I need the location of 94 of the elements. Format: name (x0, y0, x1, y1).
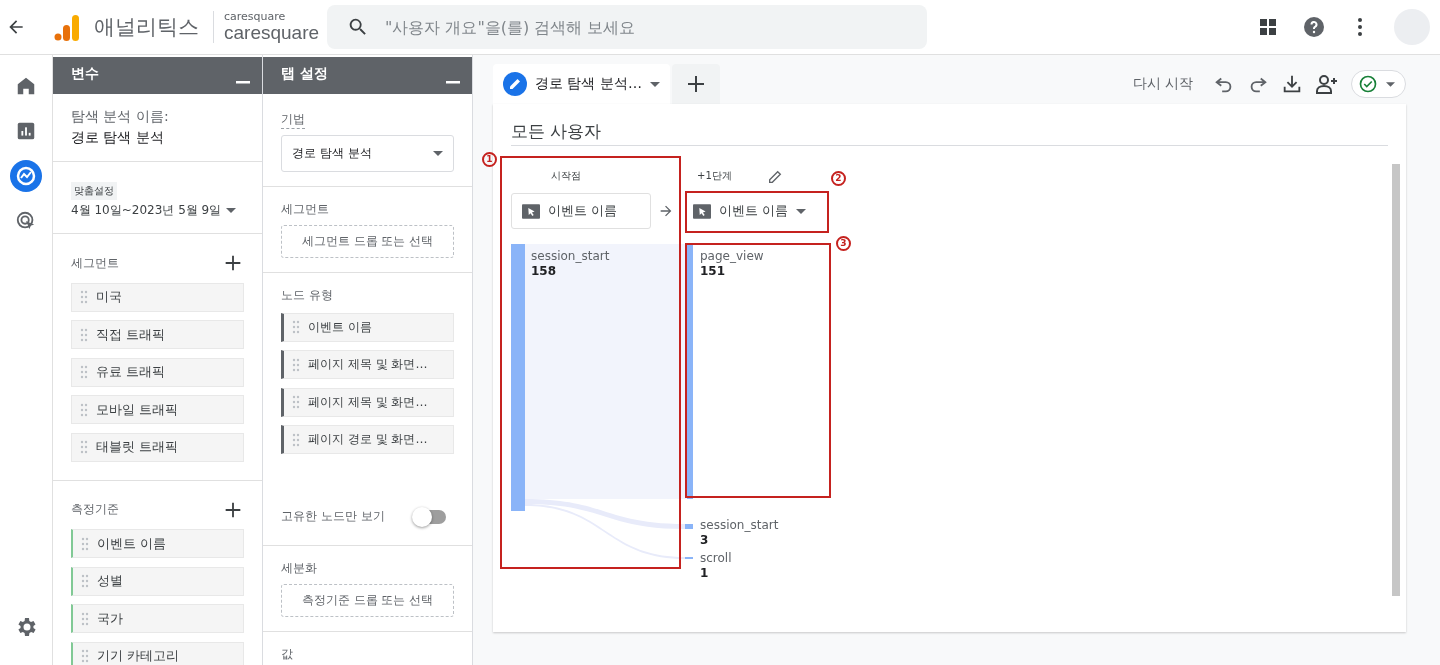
segment-chip[interactable]: 태블릿 트래픽 (71, 432, 244, 462)
dimension-chip[interactable]: 성별 (71, 566, 244, 596)
segment-title: 모든 사용자 (511, 120, 1388, 146)
home-icon (15, 75, 37, 97)
toggle-switch[interactable] (414, 509, 446, 524)
toggle-label: 고유한 노드만 보기 (281, 508, 385, 525)
annotation-number: 1 (482, 152, 497, 167)
field-label: 탐색 분석 이름: (71, 108, 170, 126)
node-value: 158 (531, 264, 558, 279)
drag-handle-icon[interactable] (292, 357, 300, 372)
section-label: 세분화 (281, 560, 318, 577)
minimize-icon[interactable] (236, 81, 250, 84)
drag-handle-icon[interactable] (80, 402, 88, 417)
section-label: 세그먼트 (71, 254, 119, 272)
date-range-dropdown[interactable]: 4월 10일~2023년 5월 9일 (71, 202, 244, 219)
account-name[interactable]: caresquare (224, 10, 320, 23)
dimension-drop-zone[interactable]: 측정기준 드롭 또는 선택 (281, 584, 454, 617)
segment-chip[interactable]: 직접 트래픽 (71, 320, 244, 349)
technique-dropdown[interactable]: 경로 탐색 분석 (281, 135, 454, 172)
panel-title: 탭 설정 (281, 65, 328, 83)
drag-handle-icon[interactable] (292, 395, 300, 409)
drag-handle-icon[interactable] (80, 290, 88, 304)
panel-title: 변수 (71, 65, 99, 83)
status-button[interactable] (1351, 70, 1406, 98)
node-bar[interactable] (685, 524, 693, 529)
node-name: page_view (700, 249, 764, 264)
step-header: 시작점 (551, 169, 581, 183)
drag-handle-icon[interactable] (292, 432, 300, 447)
dimension-chip[interactable]: 국가 (71, 604, 244, 633)
drag-handle-icon[interactable] (81, 574, 89, 588)
node-type-chip[interactable]: 이벤트 이름 (281, 312, 454, 342)
node-value: 151 (700, 264, 727, 279)
add-tab-button[interactable] (671, 64, 720, 104)
drag-handle-icon[interactable] (80, 365, 88, 379)
property-name[interactable]: caresquare (224, 22, 320, 44)
arrow-icon (658, 203, 674, 219)
drag-handle-icon[interactable] (80, 440, 88, 454)
section-label: 세그먼트 (281, 201, 330, 218)
segment-chip[interactable]: 유료 트래픽 (71, 357, 244, 387)
section-label: 노드 유형 (281, 287, 334, 304)
field-label: 기법 (281, 111, 305, 129)
search-field[interactable]: "사용자 개요"을(를) 검색해 보세요 (327, 5, 927, 49)
search-icon (347, 16, 369, 38)
drag-handle-icon[interactable] (81, 611, 89, 626)
node-type-chip[interactable]: 페이지 제목 및 화면… (281, 350, 454, 379)
node-bar[interactable] (511, 244, 525, 511)
dimension-chip[interactable]: 기기 카테고리 (71, 641, 244, 665)
explore-icon (10, 160, 42, 192)
nav-item[interactable] (10, 160, 42, 192)
download-icon[interactable] (1281, 73, 1303, 95)
section-label: 값 (281, 646, 294, 663)
segment-drop-zone[interactable]: 세그먼트 드롭 또는 선택 (281, 225, 454, 258)
pencil-icon[interactable] (767, 169, 783, 185)
exploration-tab[interactable]: 경로 탐색 분석… (493, 64, 670, 104)
annotation-number: 3 (836, 236, 851, 251)
add-person-icon[interactable] (1315, 72, 1339, 96)
node-type-chip[interactable]: 페이지 경로 및 화면… (281, 425, 454, 454)
node-name: session_start (700, 518, 779, 533)
minimize-icon[interactable] (446, 81, 460, 84)
section-label: 측정기준 (71, 501, 119, 518)
step-header: +1단계 (697, 169, 732, 183)
caret-icon (796, 208, 807, 214)
annotation-number: 2 (831, 171, 846, 186)
check-circle-icon (1358, 74, 1378, 94)
drag-handle-icon[interactable] (81, 649, 89, 663)
caret-icon (649, 81, 660, 87)
pencil-icon (503, 72, 527, 96)
dimension-selector[interactable]: 이벤트 이름 (511, 193, 651, 229)
bar-chart-icon (15, 120, 37, 142)
dimension-chip[interactable]: 이벤트 이름 (71, 529, 244, 558)
segment-chip[interactable]: 모바일 트래픽 (71, 395, 244, 424)
caret-icon (1386, 81, 1395, 87)
node-bar[interactable] (687, 244, 693, 499)
node-type-chip[interactable]: 페이지 제목 및 화면… (281, 387, 454, 417)
cursor-icon (522, 203, 540, 219)
node-value: 1 (700, 566, 710, 581)
scrollbar[interactable] (1392, 164, 1400, 596)
bar-chart-logo-icon (54, 13, 80, 41)
drag-handle-icon[interactable] (80, 327, 88, 342)
date-chip: 맞춤설정 (71, 182, 117, 200)
drag-handle-icon[interactable] (81, 536, 89, 551)
drag-handle-icon[interactable] (292, 320, 300, 334)
node-value: 3 (700, 533, 710, 548)
reset-link[interactable]: 다시 시작 (1132, 75, 1193, 93)
segment-chip[interactable]: 미국 (71, 282, 244, 312)
node-name: scroll (700, 551, 732, 566)
node-name: session_start (531, 249, 610, 264)
target-cursor-icon (15, 210, 37, 232)
caret-icon (433, 151, 443, 156)
cursor-icon (693, 203, 711, 219)
product-name: 애널리틱스 (94, 14, 199, 41)
exploration-name[interactable]: 경로 탐색 분석 (71, 129, 244, 147)
caret-icon (226, 208, 236, 213)
help-icon[interactable] (1302, 15, 1326, 39)
